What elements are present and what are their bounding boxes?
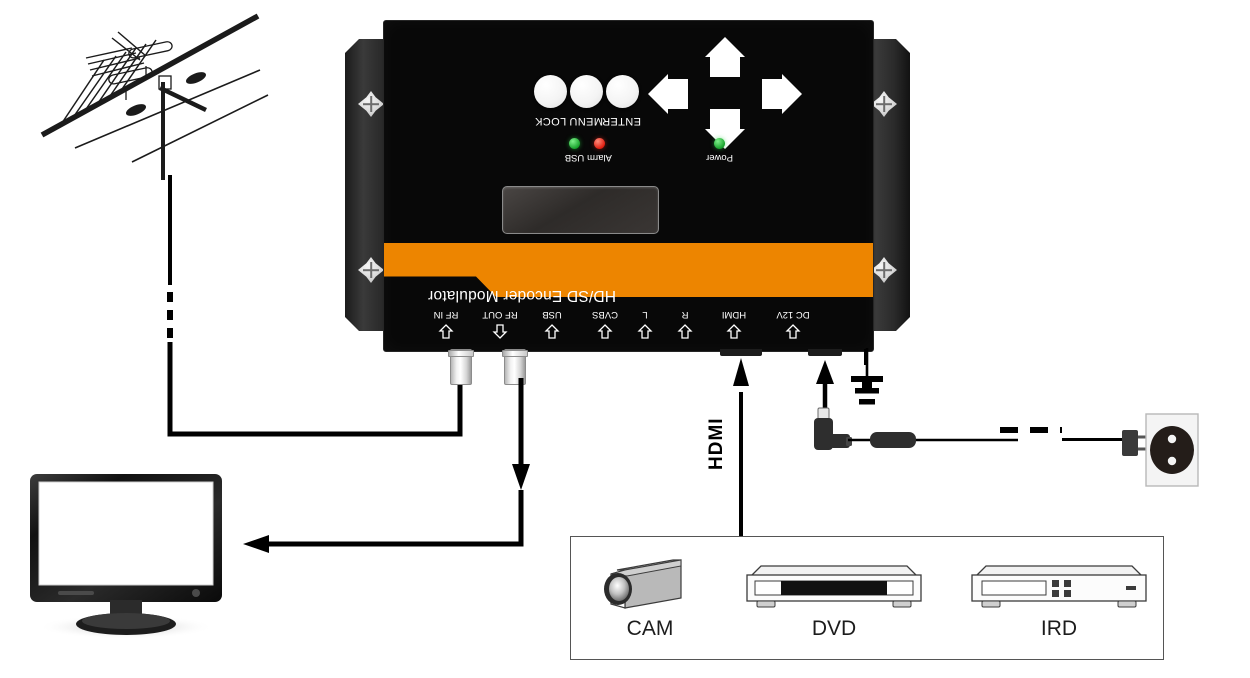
port-label-hdmi: HDMI — [721, 309, 747, 320]
nav-down-arrow-button[interactable] — [700, 101, 750, 151]
port-label-rf-out: RF OUT — [482, 309, 518, 320]
antenna-downlead-dashed — [167, 292, 173, 340]
dvd-label: DVD — [811, 617, 857, 640]
nav-right-arrow-button[interactable] — [754, 69, 804, 119]
port-label-l: L — [642, 309, 648, 320]
port-arrow-l — [637, 324, 653, 339]
ac-wall-outlet[interactable] — [1122, 412, 1202, 492]
port-arrow-rf-out — [492, 324, 508, 339]
button-menu[interactable] — [570, 75, 603, 108]
hdmi-jack[interactable] — [720, 349, 762, 356]
ird-icon — [966, 562, 1152, 612]
power-cord-dashed-gap — [1000, 425, 1062, 435]
led-label-alarm: Alarm — [587, 152, 612, 163]
screw-bottom-right — [871, 257, 897, 283]
earth-ground-symbol — [836, 348, 898, 410]
port-label-dc12v: DC 12V — [776, 309, 810, 320]
hd-sd-encoder-modulator[interactable]: LOCK MENU ENTER USB Alarm Power HD/SD En… — [345, 20, 910, 352]
screw-top-left — [358, 91, 384, 117]
tv-yagi-antenna — [20, 0, 280, 180]
power-cord-to-outlet — [1062, 438, 1126, 441]
button-label-menu: MENU — [569, 115, 603, 127]
led-usb — [569, 138, 580, 149]
dvd-player-icon — [741, 562, 927, 612]
antenna-mast — [168, 175, 172, 285]
ird-label: IRD — [1040, 617, 1078, 640]
screw-top-right — [871, 91, 897, 117]
power-cord-with-ferrite — [848, 430, 1018, 450]
camera-label: CAM — [626, 617, 674, 640]
cable-hdmi — [732, 356, 752, 536]
television-monitor — [22, 472, 240, 640]
hdmi-cable-label: HDMI — [706, 417, 727, 470]
cable-rf-out-to-tv — [235, 378, 535, 558]
port-arrow-r — [677, 324, 693, 339]
led-power — [714, 138, 725, 149]
button-lock[interactable] — [534, 75, 567, 108]
led-alarm — [594, 138, 605, 149]
nav-up-arrow-button[interactable] — [700, 35, 750, 85]
port-arrow-dc12v — [785, 324, 801, 339]
nav-left-arrow-button[interactable] — [646, 69, 696, 119]
port-arrow-hdmi — [726, 324, 742, 339]
port-label-rf-in: RF IN — [433, 309, 459, 320]
screw-bottom-left — [358, 257, 384, 283]
device-front-panel: LOCK MENU ENTER USB Alarm Power HD/SD En… — [383, 20, 874, 352]
port-arrow-cvbs — [597, 324, 613, 339]
port-label-cvbs: CVBS — [592, 309, 618, 320]
port-label-usb: USB — [542, 309, 562, 320]
button-label-enter: ENTER — [601, 115, 641, 127]
port-label-r: R — [681, 309, 689, 320]
camera-icon — [603, 558, 695, 614]
diagram-canvas: LOCK MENU ENTER USB Alarm Power HD/SD En… — [0, 0, 1250, 678]
port-arrow-rf-in — [438, 324, 454, 339]
lcd-screen — [502, 186, 659, 234]
button-label-lock: LOCK — [534, 115, 567, 127]
ground-wire — [864, 349, 867, 365]
led-label-power: Power — [706, 152, 733, 163]
device-brand-label: HD/SD Encoder Modulator — [427, 287, 616, 304]
button-enter[interactable] — [606, 75, 639, 108]
port-arrow-usb — [544, 324, 560, 339]
